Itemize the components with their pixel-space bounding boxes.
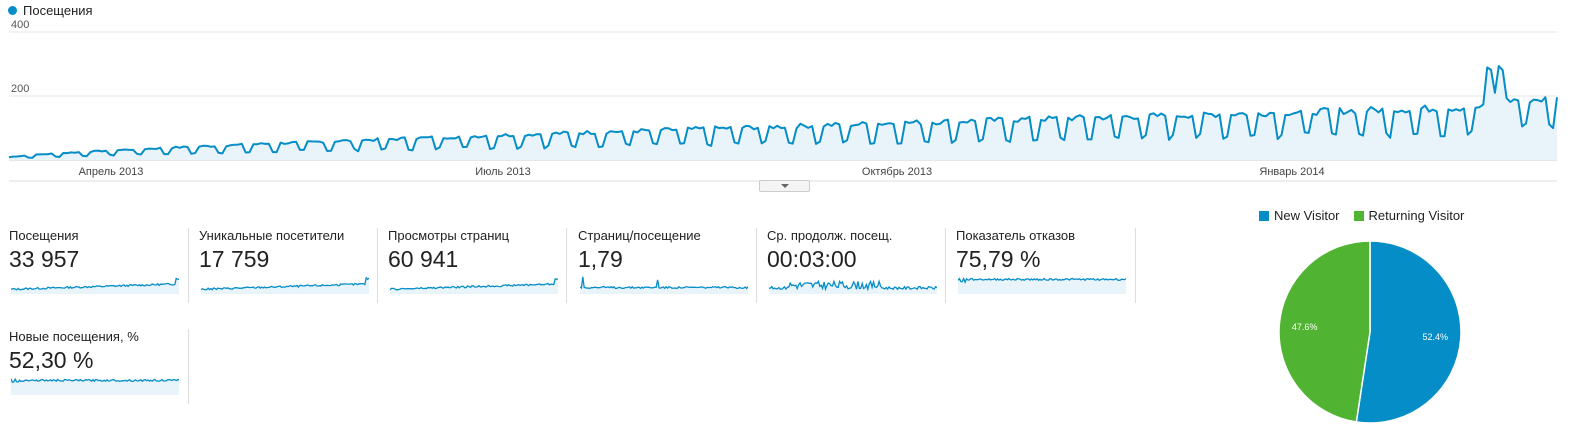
x-tick-label: Октябрь 2013 <box>862 166 932 178</box>
sparkline-line <box>580 276 748 290</box>
sparkline <box>958 276 1126 294</box>
visits-line-chart[interactable]: 400 200 Апрель 2013 Июль 2013 Октябрь 2013 Ян… <box>0 20 1581 190</box>
metric-bounce-rate[interactable]: Показатель отказов 75,79 % <box>956 228 1126 303</box>
legend-label: Посещения <box>23 3 93 18</box>
sparkline <box>769 279 937 294</box>
metric-visits[interactable]: Посещения 33 957 <box>9 228 179 303</box>
sparkline <box>11 277 179 294</box>
sparkline <box>201 276 369 294</box>
new-visitor-swatch-icon <box>1259 210 1269 221</box>
metric-label: Посещения <box>9 228 79 243</box>
sparkline <box>11 377 179 395</box>
metric-pages-per-visit[interactable]: Страниц/посещение 1,79 <box>578 228 748 303</box>
sparkline-area <box>958 278 1126 294</box>
returning-visitor-swatch-icon <box>1353 210 1364 221</box>
collapse-chart-button[interactable] <box>759 180 810 192</box>
metric-value: 00:03:00 <box>767 246 857 272</box>
metric-pageviews[interactable]: Просмотры страниц 60 941 <box>388 228 558 303</box>
pie-slice-label: 47.6% <box>1292 322 1318 332</box>
sparkline-area <box>201 277 369 294</box>
sparkline <box>580 276 748 294</box>
metric-label: Новые посещения, % <box>9 329 139 344</box>
pie-legend-label: New Visitor <box>1274 208 1340 223</box>
pie-legend-label: Returning Visitor <box>1368 208 1465 223</box>
metric-label: Уникальные посетители <box>199 228 345 243</box>
metric-unique-visitors[interactable]: Уникальные посетители 17 759 <box>199 228 369 303</box>
x-tick-label: Январь 2014 <box>1259 166 1324 178</box>
visitor-type-pie-chart[interactable]: 52.4% 47.6% <box>1277 240 1463 426</box>
series-area <box>9 66 1557 160</box>
pie-slice-label: 52.4% <box>1423 332 1449 342</box>
metric-label: Страниц/посещение <box>578 228 701 243</box>
metric-label: Показатель отказов <box>956 228 1076 243</box>
y-tick-label: 400 <box>11 20 29 31</box>
sparkline-area <box>580 276 748 294</box>
series-dot-icon <box>8 6 17 15</box>
sparkline <box>390 278 558 294</box>
y-tick-label: 200 <box>11 83 29 95</box>
metric-value: 60 941 <box>388 246 459 272</box>
metric-value: 1,79 <box>578 246 623 272</box>
metric-value: 75,79 % <box>956 246 1041 272</box>
metric-new-visits-percent[interactable]: Новые посещения, % 52,30 % <box>9 329 179 404</box>
metric-value: 33 957 <box>9 246 80 272</box>
pie-legend-item-new[interactable]: New Visitor <box>1259 208 1340 223</box>
x-tick-label: Апрель 2013 <box>79 166 144 178</box>
pie-legend: New Visitor Returning Visitor <box>1259 208 1464 223</box>
metric-avg-duration[interactable]: Ср. продолж. посещ. 00:03:00 <box>767 228 937 303</box>
x-tick-label: Июль 2013 <box>475 166 531 178</box>
metric-label: Ср. продолж. посещ. <box>767 228 893 243</box>
metric-label: Просмотры страниц <box>388 228 510 243</box>
metric-value: 52,30 % <box>9 347 94 373</box>
metric-value: 17 759 <box>199 246 270 272</box>
chart-legend: Посещения <box>8 3 93 18</box>
pie-legend-item-returning[interactable]: Returning Visitor <box>1353 208 1465 223</box>
